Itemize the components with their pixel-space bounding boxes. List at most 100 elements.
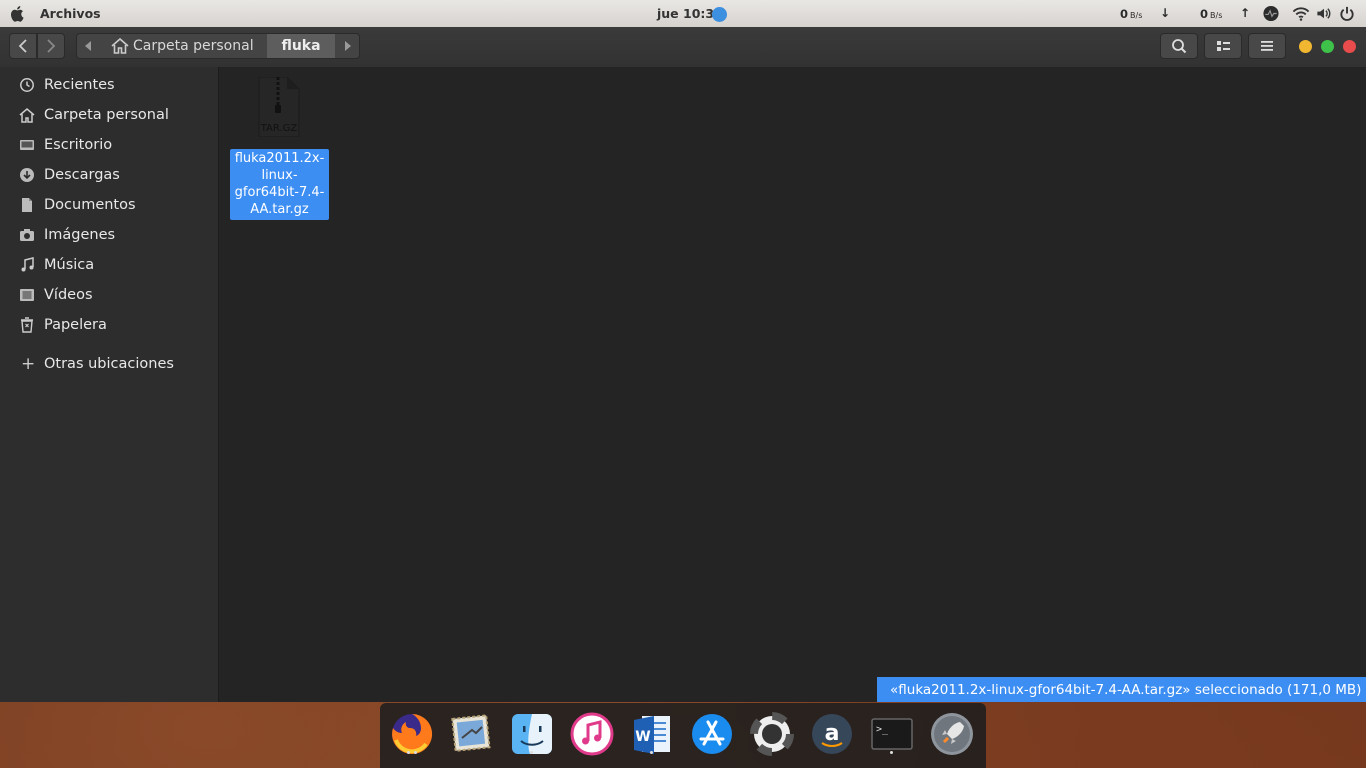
path-scroll-right-icon[interactable] <box>343 40 353 52</box>
breadcrumb-home-label: Carpeta personal <box>133 38 254 54</box>
breadcrumb-current-label: fluka <box>281 38 321 54</box>
net-down-speed: 0 B/s <box>1120 7 1142 21</box>
document-icon <box>22 198 32 212</box>
amazon-icon: a <box>812 714 852 754</box>
launchpad-rocket-icon <box>931 713 973 755</box>
file-name-line: fluka2011.2x- <box>234 151 325 166</box>
search-icon <box>1172 39 1187 54</box>
file-type-badge: TAR.GZ <box>260 123 298 134</box>
sidebar-item-other-locations[interactable]: + Otras ubicaciones <box>0 349 218 379</box>
chevron-left-icon <box>18 39 27 53</box>
sidebar-item-label: Documentos <box>44 197 136 213</box>
svg-text:W: W <box>635 729 650 745</box>
sidebar-item-label: Escritorio <box>44 137 113 153</box>
sidebar-item-imagenes[interactable]: Imágenes <box>0 220 218 250</box>
sidebar-item-label: Recientes <box>44 77 115 93</box>
sidebar-item-documentos[interactable]: Documentos <box>0 190 218 220</box>
firefox-icon <box>392 713 433 754</box>
sidebar-item-descargas[interactable]: Descargas <box>0 160 218 190</box>
net-up-unit: B/s <box>1210 11 1223 20</box>
sidebar-item-escritorio[interactable]: Escritorio <box>0 130 218 160</box>
system-monitor-icon[interactable] <box>1262 5 1280 22</box>
dock-amazon[interactable]: a <box>808 710 856 758</box>
dock-mail[interactable] <box>448 710 496 758</box>
app-store-icon <box>692 714 732 754</box>
sidebar-item-papelera[interactable]: Papelera <box>0 310 218 340</box>
sidebar-item-home[interactable]: Carpeta personal <box>0 100 218 130</box>
dock-app-store[interactable] <box>688 710 736 758</box>
itunes-icon <box>570 712 614 756</box>
camera-icon <box>20 229 34 241</box>
sidebar-item-label: Carpeta personal <box>44 107 169 123</box>
minimize-button[interactable] <box>1299 40 1312 53</box>
net-down-value: 0 <box>1120 7 1129 21</box>
sidebar-item-label: Vídeos <box>44 287 93 303</box>
net-up-speed: 0 B/s <box>1200 7 1222 21</box>
running-indicator <box>890 751 893 754</box>
back-button[interactable] <box>9 33 37 59</box>
sidebar-item-videos[interactable]: Vídeos <box>0 280 218 310</box>
desktop-icon <box>20 140 34 150</box>
dock-help[interactable] <box>748 710 796 758</box>
download-icon <box>20 168 34 182</box>
net-up-value: 0 <box>1200 7 1209 21</box>
file-name-line: linux- <box>261 168 298 183</box>
plus-icon: + <box>21 354 36 374</box>
forward-button[interactable] <box>37 33 65 59</box>
running-indicator <box>407 751 410 754</box>
top-panel: Archivos jue 10:38 0 B/s ↓ 0 B/s ↑ <box>0 0 1366 27</box>
music-icon <box>21 257 34 272</box>
trash-icon <box>21 317 33 333</box>
sidebar-item-musica[interactable]: Música <box>0 250 218 280</box>
running-indicator <box>414 751 417 754</box>
path-bar: Carpeta personal fluka <box>76 33 360 59</box>
wifi-icon[interactable] <box>1292 5 1310 22</box>
breadcrumb-home[interactable]: Carpeta personal <box>101 34 269 58</box>
dock-firefox[interactable] <box>388 710 436 758</box>
app-menu-title[interactable]: Archivos <box>40 6 101 21</box>
up-arrow-icon: ↑ <box>1240 6 1251 20</box>
archive-file-icon: TAR.GZ <box>258 77 300 137</box>
dock: W a >_ <box>380 703 986 768</box>
view-toggle-button[interactable] <box>1204 33 1242 59</box>
clock-icon <box>20 78 34 92</box>
chevron-right-icon <box>47 39 56 53</box>
volume-icon[interactable] <box>1315 5 1333 22</box>
mail-icon <box>451 714 491 752</box>
path-scroll-left-icon[interactable] <box>83 40 93 52</box>
video-icon <box>20 289 34 301</box>
file-name-line: AA.tar.gz <box>250 202 309 217</box>
dock-itunes[interactable] <box>568 710 616 758</box>
header-bar: Carpeta personal fluka <box>0 27 1366 68</box>
places-sidebar: Recientes Carpeta personal Escritorio De… <box>0 67 219 702</box>
power-icon[interactable] <box>1338 5 1356 22</box>
menu-button[interactable] <box>1248 33 1286 59</box>
sidebar-item-recientes[interactable]: Recientes <box>0 70 218 100</box>
notification-bubble-icon[interactable] <box>712 7 727 22</box>
down-arrow-icon: ↓ <box>1160 6 1171 20</box>
list-view-icon <box>1217 41 1230 51</box>
maximize-button[interactable] <box>1321 40 1334 53</box>
running-indicator <box>530 751 533 754</box>
close-button[interactable] <box>1343 40 1356 53</box>
hamburger-icon <box>1261 41 1273 51</box>
files-window: Carpeta personal fluka Recientes Carpeta <box>0 27 1366 702</box>
dock-finder[interactable] <box>508 710 556 758</box>
terminal-prompt: >_ <box>876 724 889 735</box>
dock-word[interactable]: W <box>628 710 676 758</box>
dock-launchpad[interactable] <box>928 710 976 758</box>
search-button[interactable] <box>1160 33 1198 59</box>
apple-icon[interactable] <box>10 5 26 22</box>
breadcrumb-current[interactable]: fluka <box>267 34 335 58</box>
sidebar-item-label: Papelera <box>44 317 107 333</box>
file-name-line: gfor64bit-7.4- <box>234 185 325 200</box>
sidebar-item-label: Descargas <box>44 167 120 183</box>
dock-terminal[interactable]: >_ <box>868 710 916 758</box>
sidebar-item-label: Imágenes <box>44 227 116 243</box>
sidebar-item-label: Música <box>44 257 95 273</box>
home-icon <box>19 108 35 123</box>
sidebar-item-label: Otras ubicaciones <box>44 356 174 372</box>
file-name-label[interactable]: fluka2011.2x- linux- gfor64bit-7.4- AA.t… <box>230 149 329 220</box>
home-icon <box>111 38 129 54</box>
file-view: TAR.GZ fluka2011.2x- linux- gfor64bit-7.… <box>219 67 1366 702</box>
